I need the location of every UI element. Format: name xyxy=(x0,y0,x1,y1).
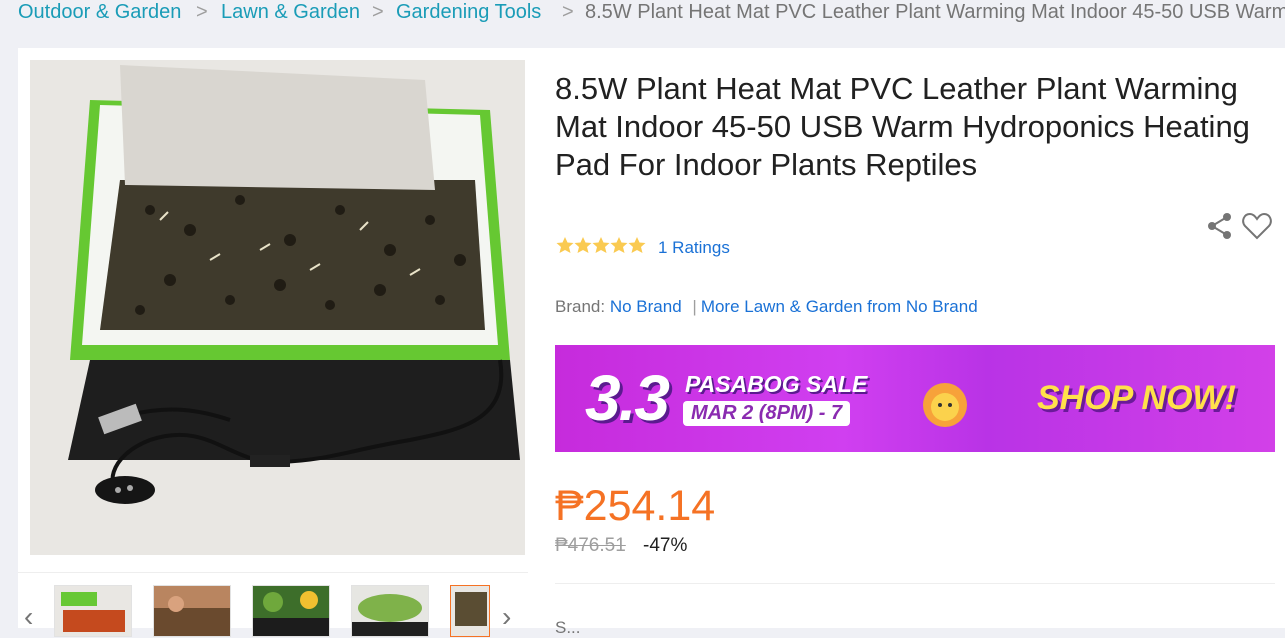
product-title: 8.5W Plant Heat Mat PVC Leather Plant Wa… xyxy=(555,71,1250,182)
rating-stars[interactable] xyxy=(556,236,646,256)
mascot-icon xyxy=(923,383,967,427)
ratings-link[interactable]: 1 Ratings xyxy=(658,238,730,258)
thumbnail-image xyxy=(55,586,131,636)
thumbnail-2[interactable] xyxy=(153,585,231,637)
thumbnail-1[interactable] xyxy=(54,585,132,637)
breadcrumb-chevron-icon: > xyxy=(372,1,384,23)
share-icon[interactable] xyxy=(1206,212,1234,240)
thumbnail-3[interactable] xyxy=(252,585,330,637)
thumbnail-next-arrow-icon[interactable]: › xyxy=(502,603,511,631)
breadcrumb: Outdoor & Garden > Lawn & Garden > Garde… xyxy=(0,0,1285,26)
promo-banner[interactable]: 3.3 PASABOG SALE MAR 2 (8PM) - 7 SHOP NO… xyxy=(555,345,1275,452)
brand-label: Brand: xyxy=(555,297,606,316)
heat-mat-photo xyxy=(30,60,525,555)
section-divider xyxy=(555,583,1275,584)
promo-big-text: 3.3 xyxy=(585,362,670,434)
star-icons xyxy=(556,237,646,253)
promo-sale-name: PASABOG SALE xyxy=(685,371,868,397)
more-from-brand-link[interactable]: More Lawn & Garden from No Brand xyxy=(701,297,978,316)
promo-date: MAR 2 (8PM) - 7 xyxy=(683,401,851,426)
thumbnail-image xyxy=(154,586,230,636)
next-row-label: S... xyxy=(555,618,581,637)
thumbnail-image xyxy=(451,586,489,636)
thumbnail-prev-arrow-icon[interactable]: ‹ xyxy=(24,603,33,631)
breadcrumb-chevron-icon: > xyxy=(562,1,574,23)
brand-row: Brand: No Brand | More Lawn & Garden from… xyxy=(555,297,978,317)
breadcrumb-chevron-icon: > xyxy=(196,1,208,23)
thumbnail-4[interactable] xyxy=(351,585,429,637)
breadcrumb-link-lawn-garden[interactable]: Lawn & Garden xyxy=(221,0,360,24)
heart-icon[interactable] xyxy=(1242,212,1272,240)
breadcrumb-link-gardening-tools[interactable]: Gardening Tools xyxy=(396,0,541,24)
product-main-image[interactable] xyxy=(30,60,525,555)
breadcrumb-current: 8.5W Plant Heat Mat PVC Leather Plant Wa… xyxy=(585,1,1285,23)
thumbnail-image xyxy=(253,586,329,636)
thumbnail-5[interactable] xyxy=(450,585,490,637)
thumbnail-image xyxy=(352,586,428,636)
current-price: ₱254.14 xyxy=(555,482,716,530)
original-price: ₱476.51 xyxy=(555,535,626,556)
promo-shop-now: SHOP NOW! xyxy=(1037,379,1236,417)
discount-percent: -47% xyxy=(643,535,688,556)
brand-link[interactable]: No Brand xyxy=(610,297,682,316)
breadcrumb-link-outdoor-garden[interactable]: Outdoor & Garden xyxy=(18,0,181,24)
brand-separator: | xyxy=(692,297,697,316)
